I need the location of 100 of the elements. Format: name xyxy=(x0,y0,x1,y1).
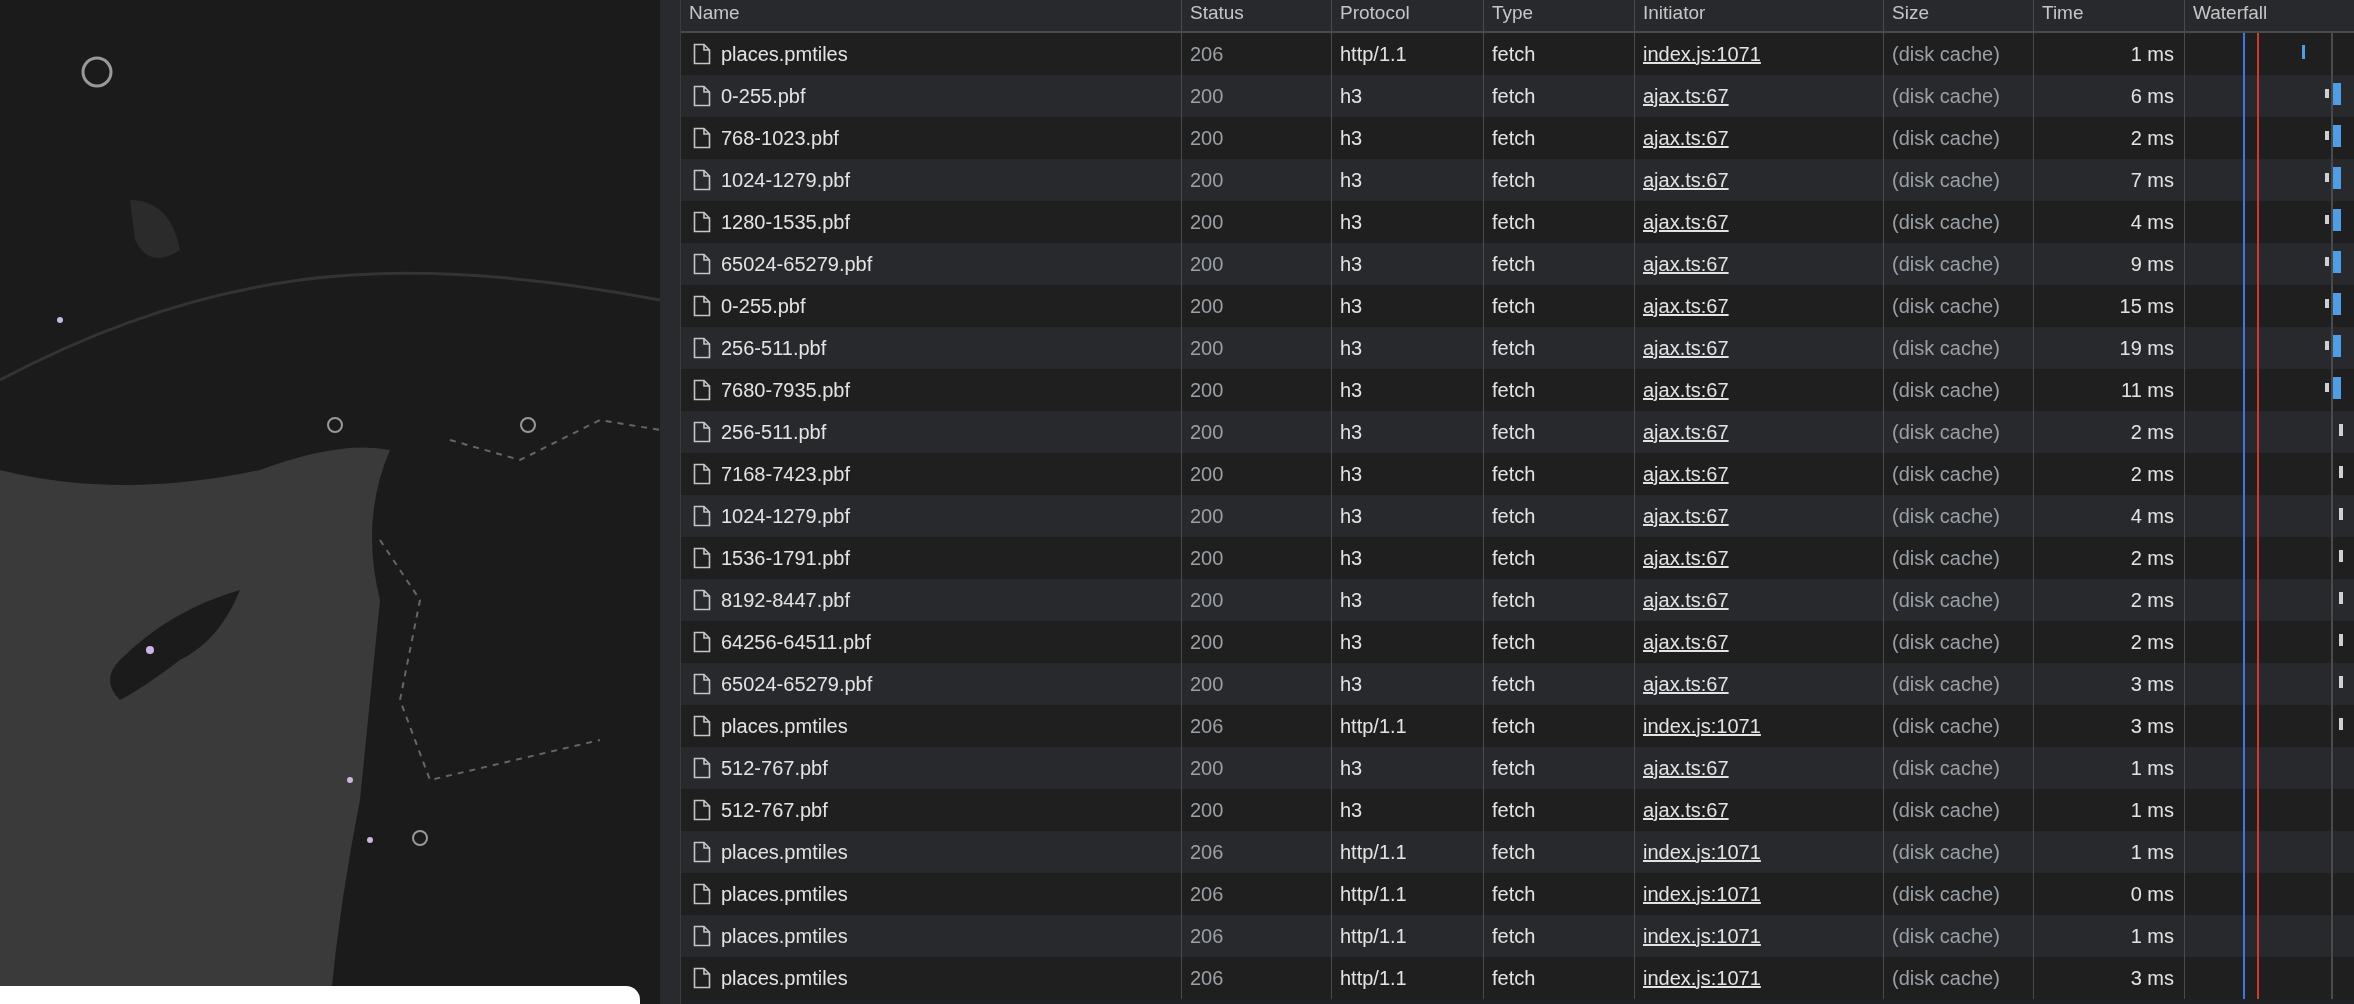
initiator-link[interactable]: ajax.ts:67 xyxy=(1643,420,1729,444)
table-cell[interactable]: 256-511.pbf xyxy=(721,420,827,444)
initiator-link[interactable]: ajax.ts:67 xyxy=(1643,630,1729,654)
initiator-link[interactable]: ajax.ts:67 xyxy=(1643,672,1729,696)
column-header[interactable]: Size xyxy=(1883,0,2033,31)
initiator-link[interactable]: ajax.ts:67 xyxy=(1643,504,1729,528)
initiator-link[interactable]: index.js:1071 xyxy=(1643,840,1761,864)
table-cell: 200 xyxy=(1190,672,1224,696)
table-cell[interactable]: 256-511.pbf xyxy=(721,336,827,360)
initiator-link[interactable]: ajax.ts:67 xyxy=(1643,294,1729,318)
initiator-link[interactable]: ajax.ts:67 xyxy=(1643,798,1729,822)
table-cell: 200 xyxy=(1190,546,1224,570)
table-cell[interactable]: places.pmtiles xyxy=(721,42,848,66)
table-cell: h3 xyxy=(1340,672,1363,696)
table-cell: (disk cache) xyxy=(1892,714,2000,738)
column-header[interactable]: Protocol xyxy=(1331,0,1483,31)
table-cell: fetch xyxy=(1492,546,1536,570)
table-cell: h3 xyxy=(1340,84,1363,108)
table-cell: h3 xyxy=(1340,546,1363,570)
table-cell: h3 xyxy=(1340,336,1363,360)
column-header[interactable]: Waterfall xyxy=(2184,0,2354,31)
table-cell: 11 ms xyxy=(2121,378,2174,402)
table-cell[interactable]: 512-767.pbf xyxy=(721,798,828,822)
table-cell: fetch xyxy=(1492,126,1536,150)
table-cell: 200 xyxy=(1190,462,1224,486)
table-cell: 200 xyxy=(1190,378,1224,402)
waterfall-tick xyxy=(2339,550,2343,562)
table-cell[interactable]: 64256-64511.pbf xyxy=(721,630,871,654)
table-cell: 3 ms xyxy=(2130,714,2174,738)
waterfall-tick xyxy=(2325,173,2329,182)
table-cell: (disk cache) xyxy=(1892,294,2000,318)
column-header[interactable]: Status xyxy=(1181,0,1331,31)
table-cell: fetch xyxy=(1492,756,1536,780)
file-icon xyxy=(693,883,711,905)
initiator-link[interactable]: index.js:1071 xyxy=(1643,924,1761,948)
column-header[interactable]: Time xyxy=(2033,0,2184,31)
column-header[interactable]: Initiator xyxy=(1634,0,1883,31)
waterfall-tick xyxy=(2339,676,2343,688)
initiator-link[interactable]: index.js:1071 xyxy=(1643,42,1761,66)
file-icon xyxy=(693,799,711,821)
initiator-link[interactable]: ajax.ts:67 xyxy=(1643,168,1729,192)
table-cell[interactable]: 7168-7423.pbf xyxy=(721,462,850,486)
table-cell: (disk cache) xyxy=(1892,126,2000,150)
table-cell[interactable]: 512-767.pbf xyxy=(721,756,828,780)
table-cell: 206 xyxy=(1190,42,1224,66)
table-cell[interactable]: 1280-1535.pbf xyxy=(721,210,850,234)
file-icon xyxy=(693,715,711,737)
table-cell: 200 xyxy=(1190,126,1224,150)
table-cell: (disk cache) xyxy=(1892,504,2000,528)
table-cell[interactable]: places.pmtiles xyxy=(721,840,848,864)
initiator-link[interactable]: index.js:1071 xyxy=(1643,714,1761,738)
table-cell[interactable]: places.pmtiles xyxy=(721,966,848,990)
table-cell[interactable]: 1024-1279.pbf xyxy=(721,168,850,192)
initiator-link[interactable]: ajax.ts:67 xyxy=(1643,210,1729,234)
initiator-link[interactable]: ajax.ts:67 xyxy=(1643,252,1729,276)
file-icon xyxy=(693,547,711,569)
table-cell: (disk cache) xyxy=(1892,420,2000,444)
waterfall-bar xyxy=(2333,209,2341,231)
table-cell[interactable]: 0-255.pbf xyxy=(721,294,806,318)
panel-splitter[interactable] xyxy=(660,0,681,1004)
table-cell: 200 xyxy=(1190,630,1224,654)
initiator-link[interactable]: ajax.ts:67 xyxy=(1643,546,1729,570)
initiator-link[interactable]: ajax.ts:67 xyxy=(1643,756,1729,780)
table-cell[interactable]: 1024-1279.pbf xyxy=(721,504,850,528)
initiator-link[interactable]: ajax.ts:67 xyxy=(1643,84,1729,108)
table-cell: fetch xyxy=(1492,588,1536,612)
table-cell[interactable]: 8192-8447.pbf xyxy=(721,588,850,612)
waterfall-bar xyxy=(2333,251,2341,273)
initiator-link[interactable]: ajax.ts:67 xyxy=(1643,126,1729,150)
table-cell: 206 xyxy=(1190,966,1224,990)
file-icon xyxy=(693,631,711,653)
table-cell: fetch xyxy=(1492,210,1536,234)
table-cell[interactable]: 7680-7935.pbf xyxy=(721,378,850,402)
table-cell[interactable]: 0-255.pbf xyxy=(721,84,806,108)
initiator-link[interactable]: ajax.ts:67 xyxy=(1643,588,1729,612)
initiator-link[interactable]: ajax.ts:67 xyxy=(1643,462,1729,486)
table-cell: h3 xyxy=(1340,378,1363,402)
table-cell: (disk cache) xyxy=(1892,882,2000,906)
file-icon xyxy=(693,589,711,611)
table-cell: h3 xyxy=(1340,756,1363,780)
initiator-link[interactable]: ajax.ts:67 xyxy=(1643,378,1729,402)
file-icon xyxy=(693,463,711,485)
table-cell[interactable]: 65024-65279.pbf xyxy=(721,672,873,696)
column-header[interactable]: Type xyxy=(1483,0,1634,31)
table-cell[interactable]: places.pmtiles xyxy=(721,924,848,948)
table-cell[interactable]: places.pmtiles xyxy=(721,714,848,738)
column-header[interactable]: Name xyxy=(681,0,1181,31)
table-cell: fetch xyxy=(1492,504,1536,528)
initiator-link[interactable]: index.js:1071 xyxy=(1643,966,1761,990)
table-cell[interactable]: 65024-65279.pbf xyxy=(721,252,873,276)
initiator-link[interactable]: ajax.ts:67 xyxy=(1643,336,1729,360)
table-cell[interactable]: 768-1023.pbf xyxy=(721,126,839,150)
file-icon xyxy=(693,211,711,233)
table-cell: 3 ms xyxy=(2130,672,2174,696)
initiator-link[interactable]: index.js:1071 xyxy=(1643,882,1761,906)
table-cell: 200 xyxy=(1190,84,1224,108)
waterfall-tick xyxy=(2325,383,2329,392)
table-cell[interactable]: places.pmtiles xyxy=(721,882,848,906)
table-cell: h3 xyxy=(1340,210,1363,234)
table-cell[interactable]: 1536-1791.pbf xyxy=(721,546,850,570)
